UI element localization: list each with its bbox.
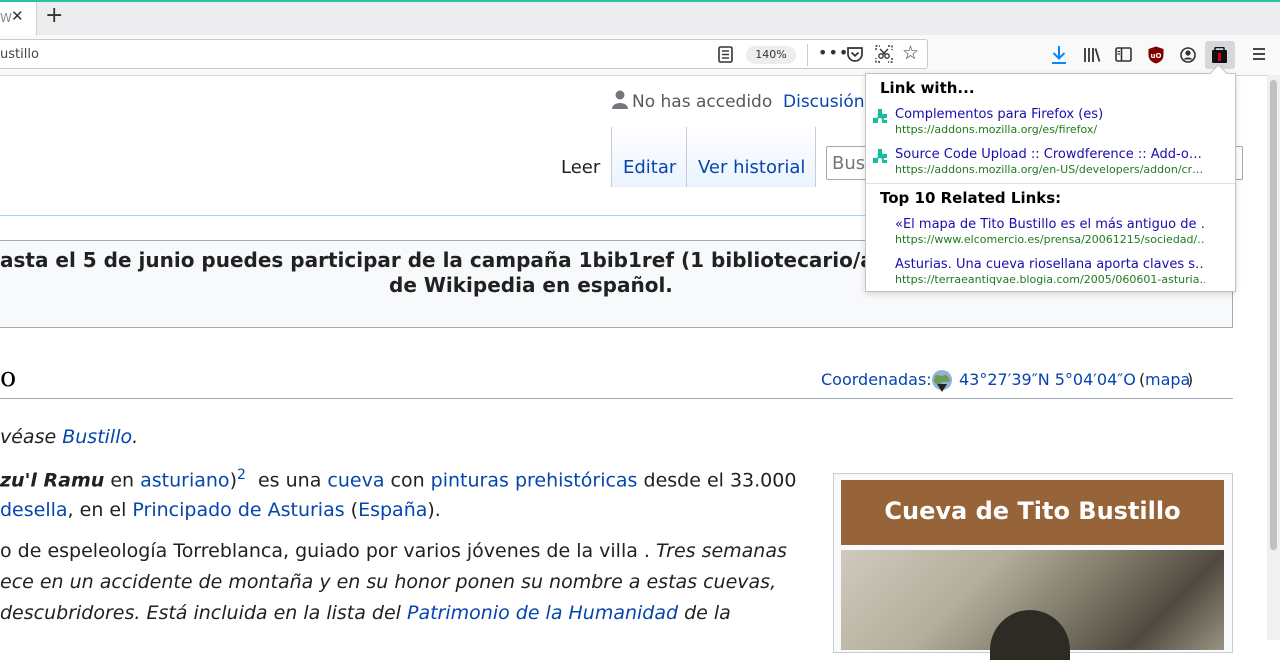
- related-link-2-url[interactable]: https://terraeantiqvae.blogia.com/2005/0…: [895, 273, 1205, 286]
- text: es una: [245, 469, 328, 492]
- divider: [807, 44, 808, 66]
- bustillo-link[interactable]: Bustillo: [62, 426, 132, 448]
- search-placeholder[interactable]: Bus: [832, 153, 865, 174]
- cueva-link[interactable]: cueva: [327, 469, 384, 491]
- tab-read-label[interactable]: Leer: [561, 157, 600, 178]
- sidebar-icon[interactable]: [1115, 47, 1132, 62]
- related-link-1-url[interactable]: https://www.elcomercio.es/prensa/2006121…: [895, 233, 1205, 246]
- related-links-heading: Top 10 Related Links:: [880, 189, 1062, 207]
- text: en: [104, 469, 141, 492]
- pinturas-prehistoricas-link[interactable]: pinturas prehistóricas: [431, 469, 638, 491]
- text: descubridores. Está incluida en la lista…: [0, 602, 407, 624]
- asturiano-link[interactable]: asturiano: [140, 469, 229, 491]
- site-notice-line-1: asta el 5 de junio puedes participar de …: [0, 248, 985, 272]
- reader-view-icon[interactable]: [718, 46, 733, 63]
- related-link-1-title[interactable]: «El mapa de Tito Bustillo es el más anti…: [895, 217, 1205, 232]
- tab-strip: [0, 2, 1280, 35]
- discussion-link[interactable]: Discusión: [783, 92, 865, 112]
- link-with-item-2-url[interactable]: https://addons.mozilla.org/en-US/develop…: [895, 163, 1205, 176]
- close-tab-icon[interactable]: ✕: [11, 7, 24, 25]
- library-icon[interactable]: [1083, 46, 1101, 63]
- text: ): [229, 469, 237, 492]
- link-with-item-1-title[interactable]: Complementos para Firefox (es): [895, 107, 1205, 122]
- body-line-4: ece en un accidente de montaña y en su h…: [0, 571, 777, 593]
- reference-2-link[interactable]: 2: [237, 467, 246, 483]
- text: ).: [427, 499, 441, 521]
- ublock-origin-icon[interactable]: uO: [1148, 46, 1164, 64]
- url-text[interactable]: ustillo: [0, 47, 39, 62]
- related-link-2-title[interactable]: Asturias. Una cueva riosellana aporta cl…: [895, 257, 1205, 272]
- text: de la: [678, 602, 731, 624]
- zoom-level-button[interactable]: 140%: [746, 46, 796, 64]
- coordinates-paren-close: ): [1187, 370, 1194, 389]
- tab-history-label[interactable]: Ver historial: [698, 157, 805, 178]
- body-line-5: descubridores. Está incluida en la lista…: [0, 602, 731, 624]
- new-tab-button[interactable]: +: [45, 5, 63, 27]
- hatnote-end: .: [132, 426, 139, 448]
- body-line-2: desella, en el Principado de Asturias (E…: [0, 499, 441, 521]
- site-notice-line-2: de Wikipedia en español.: [389, 273, 673, 297]
- text: (: [344, 499, 359, 521]
- infobox-title: Cueva de Tito Bustillo: [884, 497, 1181, 525]
- hatnote: véase Bustillo.: [0, 426, 138, 448]
- download-icon[interactable]: [1050, 45, 1068, 65]
- page-title: o: [0, 362, 17, 393]
- coordinates-value[interactable]: 43°27′39″N 5°04′04″O: [959, 370, 1136, 389]
- text: desde el 33.000: [637, 469, 797, 492]
- scrollbar-thumb[interactable]: [1270, 80, 1277, 550]
- text: , en el: [67, 499, 133, 521]
- screenshot-icon[interactable]: [875, 45, 893, 63]
- link-with-item-1-url[interactable]: https://addons.mozilla.org/es/firefox/: [895, 123, 1205, 136]
- login-status: No has accedido: [632, 92, 773, 112]
- addon-puzzle-icon: [873, 109, 887, 123]
- espana-link[interactable]: España: [358, 499, 427, 521]
- bookmark-star-icon[interactable]: ☆: [902, 42, 919, 64]
- asturias-link[interactable]: Principado de Asturias: [132, 499, 344, 521]
- user-icon: [612, 90, 628, 109]
- ribadesella-link[interactable]: desella: [0, 499, 68, 521]
- page-actions-more-icon[interactable]: •••: [818, 43, 849, 62]
- text: Tres semanas: [656, 540, 787, 562]
- link-with-item-2-title[interactable]: Source Code Upload :: Crowdference :: Ad…: [895, 147, 1205, 162]
- hatnote-text: véase: [0, 426, 63, 448]
- addon-puzzle-icon: [873, 149, 887, 163]
- svg-text:uO: uO: [1151, 52, 1162, 60]
- text: o de espeleología Torreblanca, guiado po…: [0, 540, 656, 562]
- hamburger-menu-icon[interactable]: [1251, 46, 1267, 62]
- account-icon[interactable]: [1180, 47, 1196, 63]
- tab-edit-label[interactable]: Editar: [623, 157, 676, 178]
- globe-icon[interactable]: [931, 369, 954, 393]
- body-line-3: o de espeleología Torreblanca, guiado po…: [0, 540, 787, 562]
- text: con: [384, 469, 431, 492]
- link-with-heading: Link with...: [880, 79, 975, 97]
- title-underline: [0, 398, 1233, 399]
- coordinates-label[interactable]: Coordenadas:: [821, 370, 932, 389]
- body-line-1: zu'l Ramu en asturiano)2 es una cueva co…: [0, 467, 796, 491]
- crowdference-extension-icon[interactable]: [1211, 47, 1228, 64]
- article-subject: zu'l Ramu: [0, 469, 105, 492]
- map-link[interactable]: mapa: [1145, 370, 1190, 389]
- popup-divider: [866, 183, 1235, 184]
- patrimonio-link[interactable]: Patrimonio de la Humanidad: [407, 602, 678, 624]
- pocket-icon[interactable]: [846, 46, 864, 63]
